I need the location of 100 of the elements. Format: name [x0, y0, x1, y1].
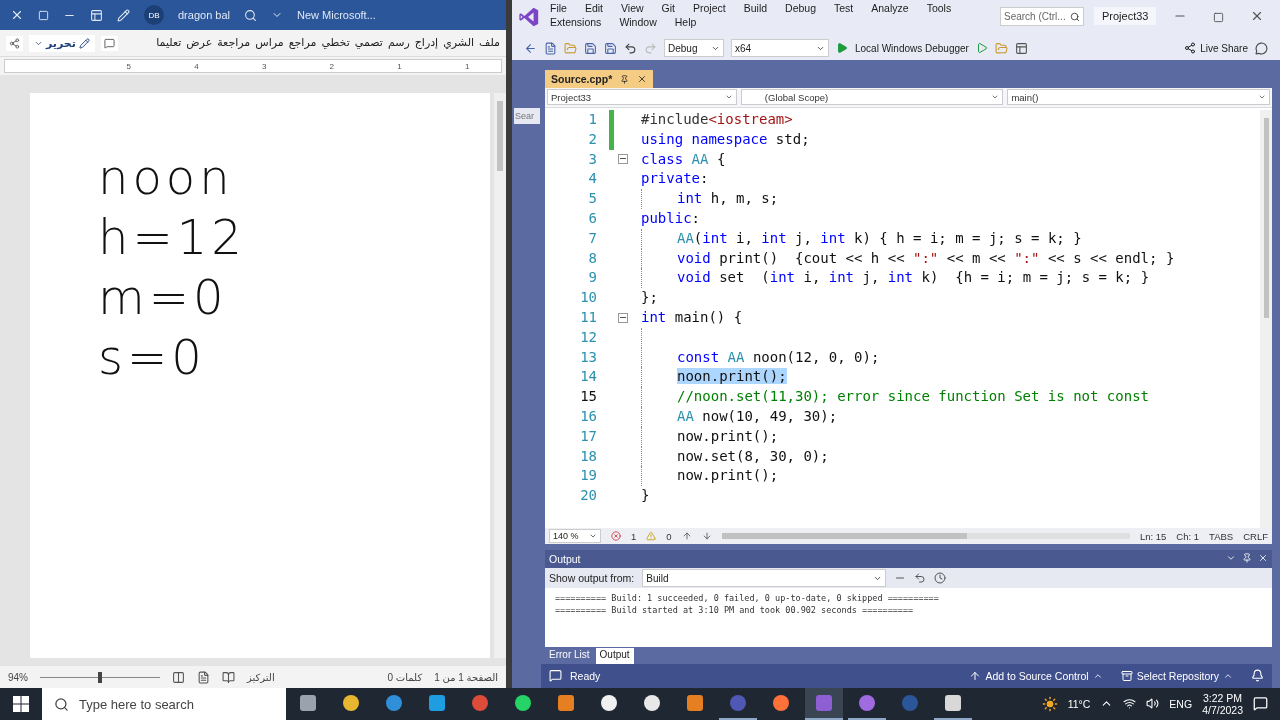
clock-time[interactable]: 3:22 PM — [1203, 692, 1243, 704]
word-wrap-icon[interactable] — [914, 572, 927, 584]
ribbon-tab[interactable]: إدراج — [414, 35, 439, 51]
menu-item[interactable]: Project — [693, 2, 726, 14]
line-number: 13 — [580, 347, 597, 367]
close-icon[interactable] — [10, 8, 24, 22]
maximize-icon[interactable] — [38, 9, 49, 21]
output-source-dropdown[interactable]: Build — [642, 569, 887, 587]
scrollbar[interactable] — [721, 533, 1130, 539]
ribbon-tab[interactable]: تعليما — [156, 35, 182, 51]
new-item-icon[interactable] — [544, 41, 557, 55]
line-ending-indicator[interactable]: CRLF — [1243, 530, 1268, 542]
play-icon[interactable] — [836, 42, 848, 54]
ribbon-tab[interactable]: مراجعة — [217, 35, 251, 51]
code-line: using namespace std; — [641, 129, 810, 149]
menu-item[interactable]: Analyze — [871, 2, 909, 14]
taskbar-app-icon[interactable] — [804, 688, 843, 720]
close-icon[interactable] — [637, 74, 648, 84]
code-line: void print() {cout << h << ":" << m << ":" << s << endl; } — [641, 248, 1175, 269]
feedback-icon[interactable] — [1255, 41, 1268, 55]
indent-indicator[interactable]: TABS — [1209, 530, 1234, 542]
ribbon-tab[interactable]: رسم — [387, 35, 410, 51]
menu-item[interactable]: File — [550, 2, 567, 14]
read-mode-icon[interactable] — [222, 670, 235, 684]
print-layout-icon[interactable] — [197, 670, 210, 684]
ribbon-tab[interactable]: ملف — [479, 35, 500, 51]
pin-icon[interactable] — [1242, 553, 1252, 565]
ribbon-tab[interactable]: مراس — [255, 35, 284, 51]
member-dropdown[interactable]: main() — [1007, 89, 1270, 105]
debugger-button[interactable]: Local Windows Debugger — [855, 42, 969, 54]
output-line: ========== Build started at 3:10 PM and took 00.902 seconds ========== — [555, 604, 915, 616]
play-icon[interactable] — [975, 42, 988, 54]
undo-icon[interactable] — [624, 41, 637, 55]
line-number: 20 — [580, 486, 597, 506]
tool-window-tab[interactable]: Error List — [545, 648, 594, 664]
menu-item[interactable]: Test — [834, 2, 854, 14]
document-tab[interactable]: Source.cpp* — [545, 70, 654, 88]
panel-title: Output — [549, 553, 581, 565]
ribbon-tab[interactable]: الشري — [443, 35, 475, 51]
slider-thumb[interactable] — [98, 671, 102, 683]
scrollbar-thumb[interactable] — [721, 533, 967, 539]
configuration-dropdown[interactable]: Debug — [664, 39, 724, 57]
clock-icon[interactable] — [934, 572, 947, 584]
up-arrow-icon[interactable] — [681, 531, 692, 541]
line-number: 5 — [588, 189, 597, 209]
up-arrow-icon — [969, 670, 982, 682]
down-arrow-icon[interactable] — [701, 531, 712, 541]
editing-button[interactable]: تحرير — [29, 34, 95, 52]
platform-dropdown[interactable]: x64 — [731, 39, 829, 57]
tool-window-tab[interactable]: Output — [595, 648, 634, 664]
clock-date[interactable]: 4/7/2023 — [1202, 704, 1243, 716]
share-button[interactable] — [6, 35, 23, 51]
back-icon[interactable] — [524, 41, 537, 55]
code-line: class AA { — [641, 149, 726, 169]
pen-icon[interactable] — [117, 8, 130, 22]
notifications-icon[interactable] — [1253, 695, 1268, 713]
layout-icon[interactable] — [90, 8, 103, 22]
scope-dropdown[interactable]: (Global Scope) — [740, 89, 1004, 105]
menu-item[interactable]: Tools — [926, 2, 952, 14]
language-indicator[interactable]: ENG — [1169, 698, 1193, 710]
focus-label[interactable]: التركيز — [247, 671, 275, 683]
source-control-button[interactable]: Add to Source Control — [969, 670, 1103, 682]
pin-icon[interactable] — [620, 74, 630, 84]
bell-icon[interactable] — [1251, 668, 1264, 684]
collapse-icon[interactable] — [618, 312, 628, 323]
project-dropdown[interactable]: Project33 — [547, 89, 737, 105]
ribbon-tab[interactable]: تصمي — [354, 35, 383, 51]
solution-explorer-tab[interactable]: Sear — [514, 108, 540, 124]
save-all-icon[interactable] — [604, 41, 617, 55]
repository-button[interactable]: Select Repository — [1120, 670, 1233, 682]
window-icon[interactable] — [1014, 41, 1028, 55]
menu-item[interactable]: Build — [743, 2, 768, 14]
menu-item[interactable]: Edit — [584, 2, 603, 14]
menu-item[interactable]: Git — [661, 2, 675, 14]
scrollbar[interactable] — [1260, 110, 1272, 528]
account-avatar[interactable]: DB — [144, 5, 164, 25]
live-share-button[interactable]: Live Share — [1184, 42, 1248, 54]
weather-icon[interactable] — [1041, 696, 1058, 712]
box-icon — [1120, 670, 1133, 682]
zoom-dropdown[interactable]: 140 % — [549, 529, 601, 543]
menu-item[interactable]: Extensions — [550, 16, 602, 28]
menu-item[interactable]: Window — [619, 16, 657, 28]
code-line: noon.print(); — [641, 367, 787, 388]
menu-item[interactable]: View — [621, 2, 644, 14]
ribbon-tab[interactable]: عرض — [186, 35, 213, 51]
save-icon[interactable] — [584, 41, 597, 55]
taskbar-search-field[interactable]: Type here to search — [42, 688, 286, 720]
ribbon-tab[interactable]: مراجع — [288, 35, 317, 51]
comment-button[interactable] — [100, 35, 118, 51]
collapse-icon[interactable] — [618, 154, 628, 165]
scrollbar[interactable] — [494, 93, 506, 658]
scrollbar-thumb[interactable] — [1263, 118, 1269, 318]
focus-mode-icon[interactable] — [172, 670, 185, 684]
scrollbar-thumb[interactable] — [497, 101, 503, 171]
ribbon-tab[interactable]: تخطي — [321, 35, 350, 51]
search-icon[interactable] — [244, 8, 257, 22]
warning-count: 0 — [666, 530, 672, 542]
menu-item[interactable]: Help — [674, 16, 697, 28]
search-field[interactable]: Search (Ctrl... — [1000, 7, 1084, 26]
menu-item[interactable]: Debug — [785, 2, 816, 14]
